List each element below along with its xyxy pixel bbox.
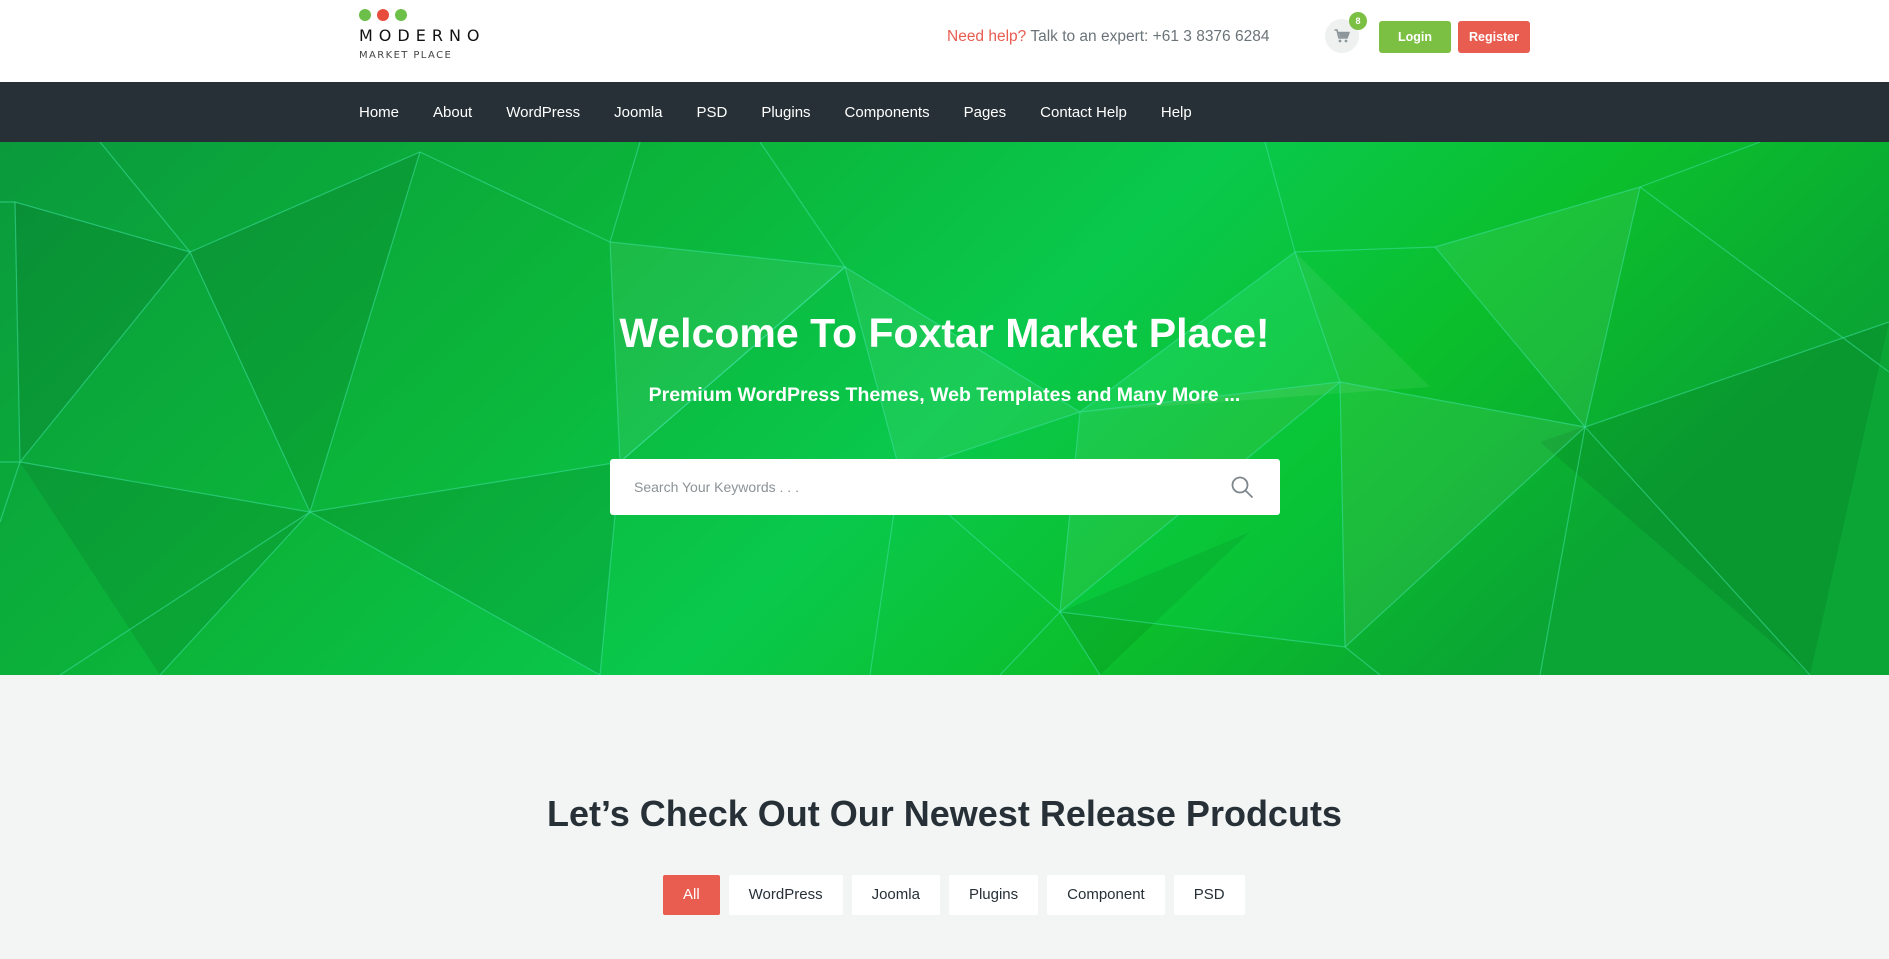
nav-item-pages[interactable]: Pages bbox=[964, 104, 1007, 121]
logo-name: MODERNO bbox=[359, 26, 486, 45]
help-prefix: Need help? bbox=[947, 28, 1027, 45]
filter-tab-wordpress[interactable]: WordPress bbox=[728, 875, 843, 915]
register-button[interactable]: Register bbox=[1458, 21, 1530, 53]
hero-background-pattern bbox=[0, 142, 1889, 675]
hero-subtitle: Premium WordPress Themes, Web Templates … bbox=[648, 384, 1241, 406]
search-box bbox=[610, 459, 1280, 515]
nav-item-joomla[interactable]: Joomla bbox=[614, 104, 662, 121]
cart-count-badge: 8 bbox=[1349, 12, 1367, 30]
nav-item-help[interactable]: Help bbox=[1161, 104, 1192, 121]
nav-list: Home About WordPress Joomla PSD Plugins … bbox=[359, 82, 1192, 142]
logo-dot bbox=[395, 9, 407, 21]
cart-icon bbox=[1334, 29, 1350, 43]
login-button[interactable]: Login bbox=[1379, 21, 1451, 53]
category-filter-tabs: All WordPress Joomla Plugins Component P… bbox=[663, 875, 1245, 915]
filter-tab-component[interactable]: Component bbox=[1047, 875, 1165, 915]
nav-item-contact-help[interactable]: Contact Help bbox=[1040, 104, 1127, 121]
search-button[interactable] bbox=[1230, 475, 1254, 499]
help-contact: Talk to an expert: +61 3 8376 6284 bbox=[1030, 28, 1270, 45]
search-input[interactable] bbox=[610, 459, 1210, 515]
filter-tab-psd[interactable]: PSD bbox=[1173, 875, 1245, 915]
nav-item-psd[interactable]: PSD bbox=[697, 104, 728, 121]
nav-item-components[interactable]: Components bbox=[845, 104, 930, 121]
logo-subtitle: MARKET PLACE bbox=[359, 50, 453, 61]
nav-item-wordpress[interactable]: WordPress bbox=[506, 104, 580, 121]
logo-dots bbox=[359, 9, 407, 21]
site-header: MODERNO MARKET PLACE Need help? Talk to … bbox=[0, 0, 1889, 82]
help-text: Need help? Talk to an expert: +61 3 8376… bbox=[947, 27, 1269, 47]
search-icon bbox=[1231, 476, 1253, 498]
main-nav: Home About WordPress Joomla PSD Plugins … bbox=[0, 82, 1889, 142]
nav-item-plugins[interactable]: Plugins bbox=[761, 104, 810, 121]
filter-tab-all[interactable]: All bbox=[663, 875, 720, 915]
nav-item-about[interactable]: About bbox=[433, 104, 472, 121]
filter-tab-joomla[interactable]: Joomla bbox=[851, 875, 940, 915]
filter-tab-plugins[interactable]: Plugins bbox=[948, 875, 1039, 915]
logo[interactable]: MODERNO MARKET PLACE bbox=[359, 9, 519, 63]
logo-dot bbox=[377, 9, 389, 21]
hero-title: Welcome To Foxtar Market Place! bbox=[619, 310, 1270, 356]
newest-section-title: Let’s Check Out Our Newest Release Prodc… bbox=[547, 793, 1342, 834]
nav-item-home[interactable]: Home bbox=[359, 104, 399, 121]
hero-banner: Welcome To Foxtar Market Place! Premium … bbox=[0, 142, 1889, 675]
cart-button[interactable]: 8 bbox=[1325, 12, 1367, 53]
logo-dot bbox=[359, 9, 371, 21]
